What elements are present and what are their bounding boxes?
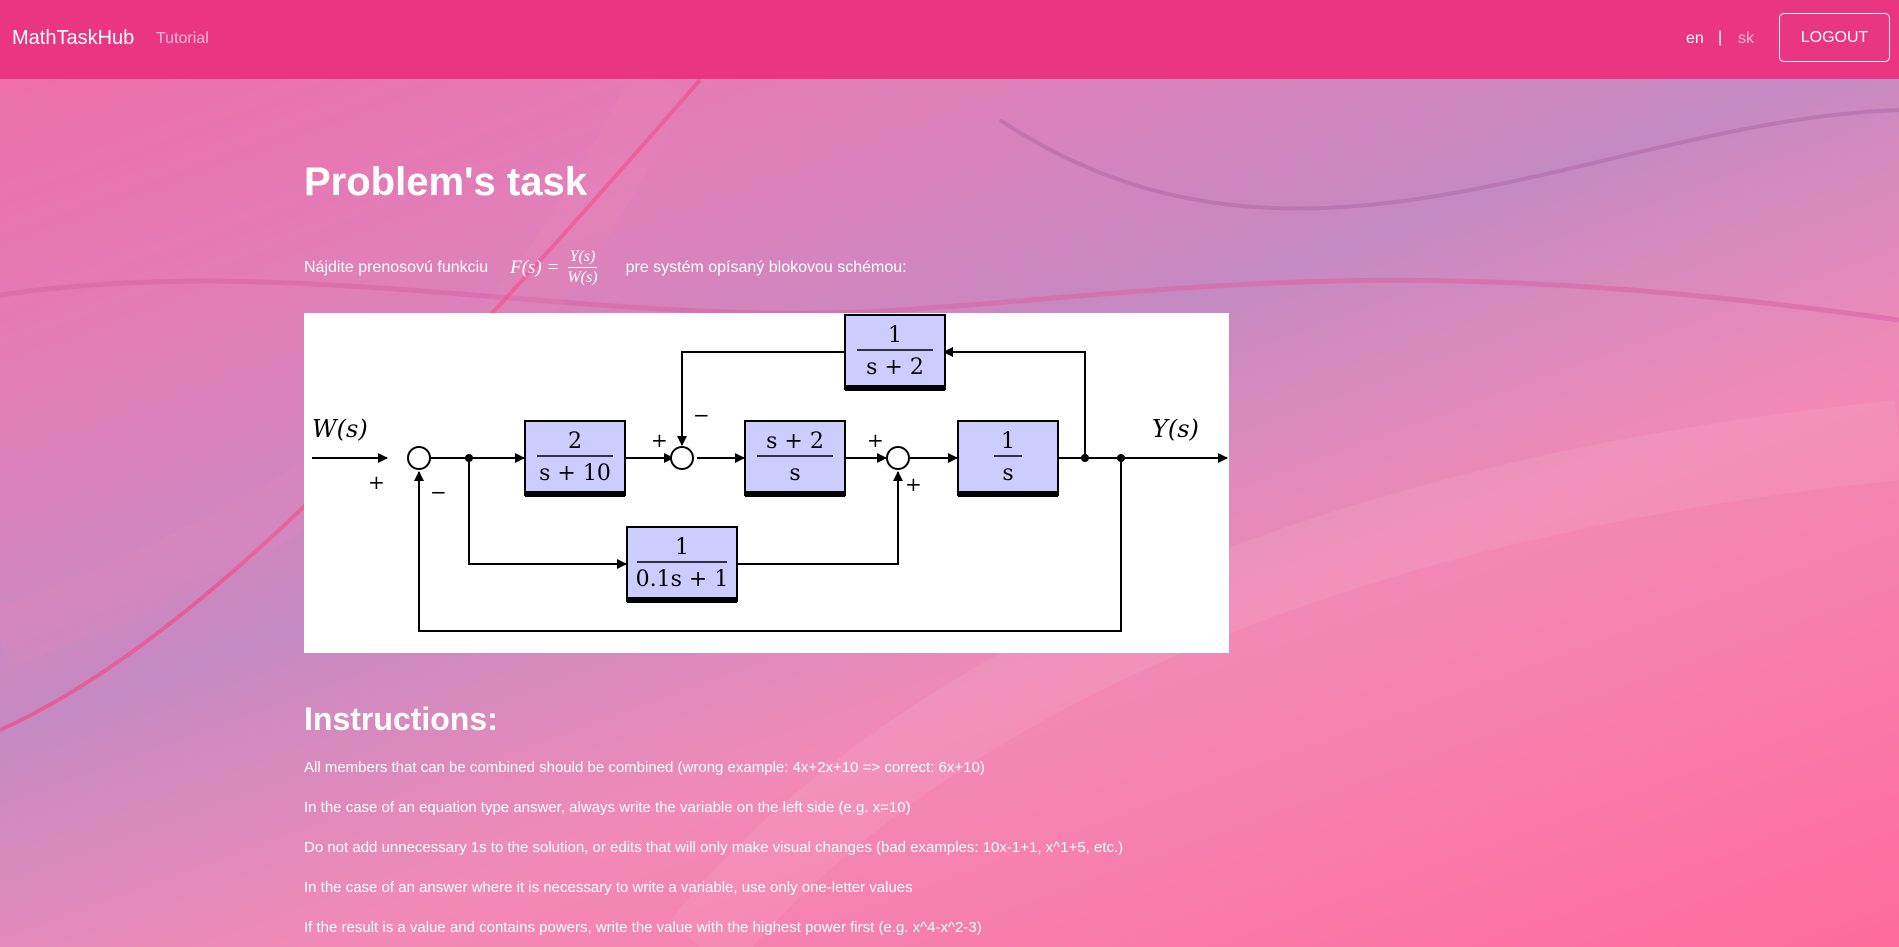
instruction-item: If the result is a value and contains po… [304,919,982,936]
formula-fraction: Y(s) W(s) [565,248,599,287]
sum2-feedback-sign: − [693,403,710,427]
block-feedback-den: s + 2 [866,355,924,380]
block-diagram-svg: 1 s + 2 2 s + 10 s + 2 s 1 s 1 0.1s + 1 … [312,314,1228,632]
instruction-item: All members that can be combined should … [304,759,985,776]
formula-lhs: F(s) = [510,256,560,278]
instruction-item: In the case of an answer where it is nec… [304,879,913,896]
block-gain-1-num: 2 [568,429,582,454]
output-signal-label: Y(s) [1152,415,1199,443]
block-diagram: 1 s + 2 2 s + 10 s + 2 s 1 s 1 0.1s + 1 … [304,313,1229,653]
task-suffix: pre systém opísaný blokovou schémou: [625,258,907,276]
task-prefix: Nájdite prenosovú funkciu [304,258,489,276]
sum3-feedforward-sign: + [905,472,922,496]
instructions-title: Instructions: [304,701,498,737]
formula-denominator: W(s) [567,269,598,286]
transfer-function-formula: F(s) = Y(s) W(s) [510,248,599,287]
block-integrator-den: s [1002,461,1013,486]
block-gain-1: 2 s + 10 [524,420,626,497]
block-gain-1-den: s + 10 [539,461,611,486]
block-gain-2-num: s + 2 [766,429,824,454]
lang-en-link[interactable]: en [1686,30,1704,48]
task-description: Nájdite prenosovú funkciu F(s) = Y(s) W(… [304,248,907,287]
lang-separator: | [1718,29,1723,46]
lang-sk-link[interactable]: sk [1738,30,1754,48]
block-feedback: 1 s + 2 [844,314,946,391]
sum1-feedback-sign: − [430,480,447,504]
block-feedforward-num: 1 [675,535,689,560]
block-gain-2: s + 2 s [744,420,846,497]
formula-numerator: Y(s) [567,248,598,268]
brand-link[interactable]: MathTaskHub [12,27,134,50]
sum3-input-sign: + [867,428,884,452]
sum1-input-sign: + [368,470,385,494]
input-signal-label: W(s) [312,415,368,443]
block-feedforward: 1 0.1s + 1 [626,526,738,603]
page-title: Problem's task [304,160,587,204]
block-feedforward-den: 0.1s + 1 [636,567,729,592]
instruction-item: Do not add unnecessary 1s to the solutio… [304,839,1124,856]
block-integrator: 1 s [957,420,1059,497]
block-feedback-num: 1 [888,323,902,348]
instruction-item: In the case of an equation type answer, … [304,799,911,816]
sum2-input-sign: + [651,428,668,452]
block-gain-2-den: s [789,461,800,486]
nav-tutorial-link[interactable]: Tutorial [156,30,209,48]
top-navbar: MathTaskHub Tutorial en | sk LOGOUT [0,0,1899,79]
logout-button[interactable]: LOGOUT [1779,13,1890,62]
block-integrator-num: 1 [1001,429,1015,454]
